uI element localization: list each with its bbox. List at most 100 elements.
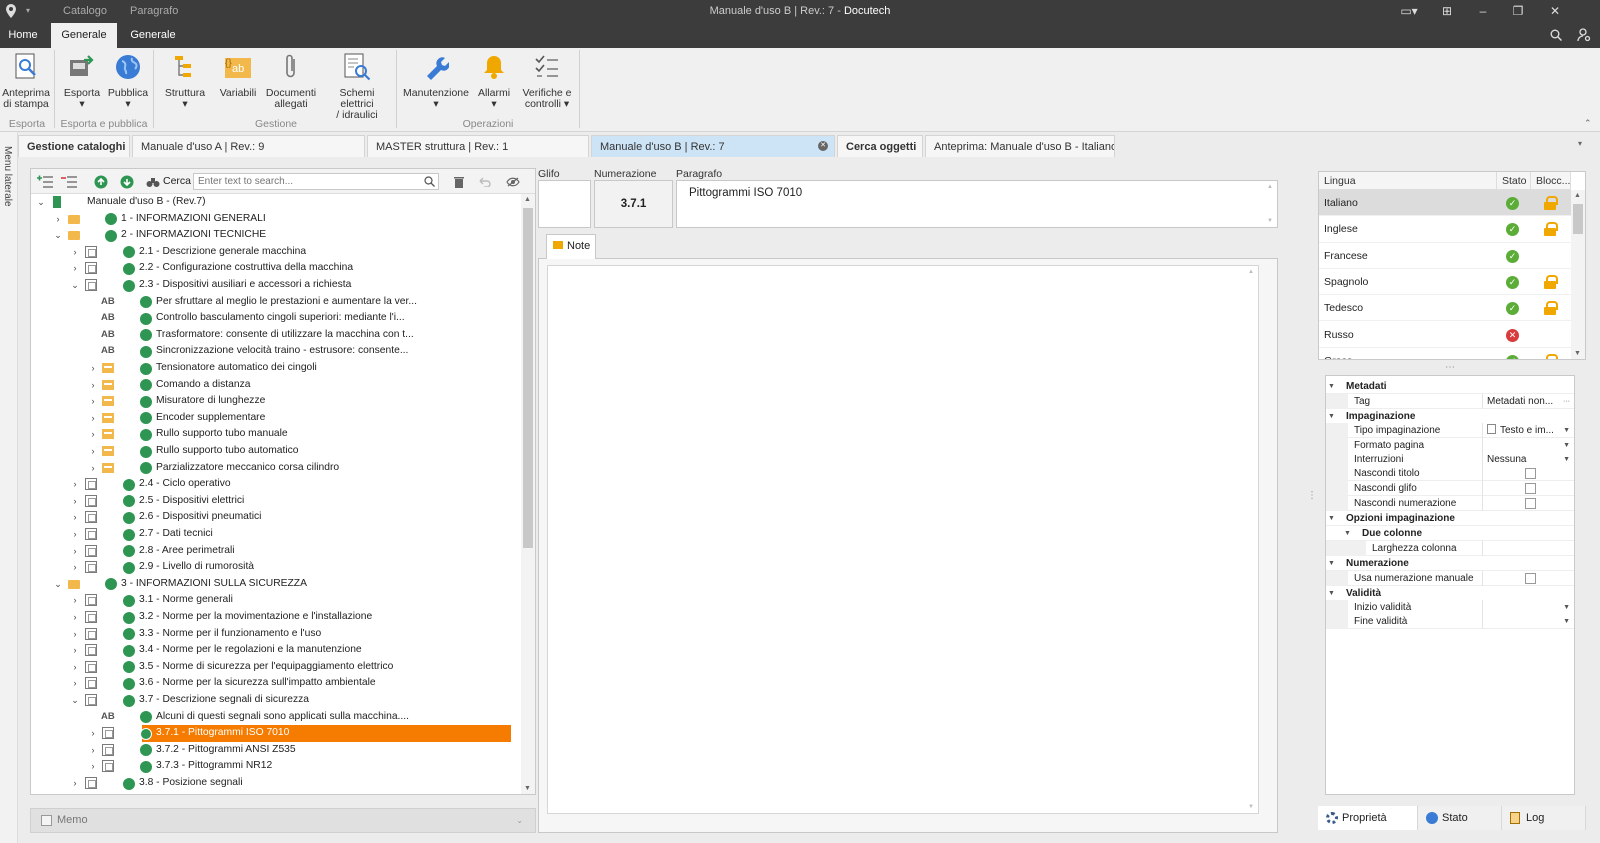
- tab-generale-2[interactable]: Generale: [120, 23, 186, 48]
- export-button[interactable]: Esporta ▾: [60, 52, 104, 110]
- property-checkbox-cell[interactable]: [1482, 466, 1574, 481]
- expand-icon[interactable]: ›: [88, 360, 98, 377]
- expand-icon[interactable]: ›: [88, 443, 98, 460]
- expand-icon[interactable]: ›: [88, 742, 98, 759]
- expand-icon[interactable]: ›: [70, 626, 80, 643]
- paragrafo-field[interactable]: Pittogrammi ISO 7010 ▲ ▼: [676, 180, 1278, 228]
- tree-row[interactable]: › 1 - INFORMAZIONI GENERALI: [31, 211, 521, 228]
- tab-proprieta[interactable]: Proprietà: [1318, 806, 1418, 830]
- collapse-icon[interactable]: ⌄: [70, 692, 80, 709]
- expand-icon[interactable]: ›: [88, 758, 98, 775]
- tree-row[interactable]: ⌄ 3 - INFORMAZIONI SULLA SICUREZZA: [31, 576, 521, 593]
- tree-row[interactable]: › Encoder supplementare: [31, 410, 521, 427]
- tree-row[interactable]: ⌄ 2 - INFORMAZIONI TECNICHE: [31, 227, 521, 244]
- dropdown-arrow-icon[interactable]: ▼: [1563, 600, 1570, 615]
- lock-icon[interactable]: [1544, 353, 1558, 359]
- tree-row[interactable]: › Comando a distanza: [31, 377, 521, 394]
- expand-icon[interactable]: ›: [70, 493, 80, 510]
- close-button[interactable]: ✕: [1540, 0, 1570, 23]
- property-checkbox-cell[interactable]: [1482, 571, 1574, 586]
- tree-row[interactable]: › Rullo supporto tubo automatico: [31, 443, 521, 460]
- tree-row[interactable]: ⌄ 3.7 - Descrizione segnali di sicurezza: [31, 692, 521, 709]
- language-row[interactable]: Italiano ✓: [1319, 190, 1571, 217]
- tree-row[interactable]: AB Alcuni di questi segnali sono applicat…: [31, 709, 521, 726]
- property-value[interactable]: ▼: [1482, 600, 1574, 615]
- tab-home[interactable]: Home: [0, 23, 46, 48]
- attached-documents-button[interactable]: Documenti allegati: [263, 52, 319, 110]
- collapse-category-icon[interactable]: ▼: [1328, 556, 1335, 571]
- property-row[interactable]: ▼ Validità: [1326, 586, 1574, 601]
- lock-icon[interactable]: [1544, 196, 1558, 210]
- property-checkbox-cell[interactable]: [1482, 496, 1574, 511]
- property-value[interactable]: Testo e im... ▼: [1482, 423, 1574, 438]
- schematics-button[interactable]: Schemi elettrici / idraulici: [322, 52, 392, 121]
- tree-row[interactable]: › 3.8 - Posizione segnali: [31, 775, 521, 792]
- tree-row[interactable]: › 2.9 - Livello di rumorosità: [31, 559, 521, 576]
- property-value[interactable]: Metadati non... ···: [1482, 394, 1574, 409]
- note-scroll-up-icon[interactable]: ▲: [1248, 269, 1254, 275]
- note-editor[interactable]: ▲ ▼: [547, 265, 1259, 814]
- memo-panel[interactable]: Memo ⌄: [30, 808, 536, 833]
- tab-manuale-a[interactable]: Manuale d'uso A | Rev.: 9: [132, 135, 365, 157]
- scroll-thumb[interactable]: [523, 208, 533, 548]
- collapse-category-icon[interactable]: ▼: [1344, 526, 1351, 541]
- more-options-icon[interactable]: ···: [1563, 394, 1570, 409]
- tree-row[interactable]: › 2.5 - Dispositivi elettrici: [31, 493, 521, 510]
- tree-row[interactable]: › 2.8 - Aree perimetrali: [31, 543, 521, 560]
- scroll-up-icon[interactable]: ▲: [524, 196, 531, 203]
- quick-access-dropdown-icon[interactable]: ▾: [26, 0, 30, 23]
- expand-icon[interactable]: ›: [70, 476, 80, 493]
- property-value[interactable]: ▼: [1482, 614, 1574, 629]
- minimize-button[interactable]: –: [1468, 0, 1498, 23]
- dropdown-arrow-icon[interactable]: ▼: [1563, 438, 1570, 453]
- tree-row[interactable]: › 3.4 - Norme per le regolazioni e la man…: [31, 642, 521, 659]
- search-icon[interactable]: [423, 175, 435, 187]
- tab-gestione-cataloghi[interactable]: Gestione cataloghi: [18, 135, 130, 157]
- expand-icon[interactable]: ›: [88, 393, 98, 410]
- expand-icon[interactable]: ›: [70, 244, 80, 261]
- tree-row[interactable]: › Parzializzatore meccanico corsa cilindr…: [31, 460, 521, 477]
- header-lingua[interactable]: Lingua: [1319, 172, 1497, 190]
- restore-layout-button[interactable]: ⊞: [1432, 0, 1462, 23]
- print-preview-button[interactable]: Anteprima di stampa: [2, 52, 50, 110]
- property-value[interactable]: ▼: [1482, 438, 1574, 453]
- variables-button[interactable]: ab{} Variabili: [214, 52, 262, 99]
- tree-row[interactable]: › 3.7.1 - Pittogrammi ISO 7010: [31, 725, 521, 742]
- remove-node-icon[interactable]: [61, 174, 77, 190]
- ribbon-collapse-icon[interactable]: ⌃: [1584, 118, 1594, 128]
- scroll-down-icon[interactable]: ▼: [524, 785, 531, 792]
- panel-splitter-icon[interactable]: ⋯: [1445, 362, 1455, 373]
- expand-icon[interactable]: ›: [70, 260, 80, 277]
- collapse-category-icon[interactable]: ▼: [1328, 379, 1335, 394]
- property-row[interactable]: ▼ Opzioni impaginazione: [1326, 511, 1574, 526]
- language-row[interactable]: Russo ✕: [1319, 322, 1571, 348]
- tree-row[interactable]: › 2.1 - Descrizione generale macchina: [31, 244, 521, 261]
- lock-icon[interactable]: [1544, 301, 1558, 316]
- tab-log[interactable]: Log: [1502, 806, 1586, 830]
- expand-icon[interactable]: ›: [70, 609, 80, 626]
- tree-row[interactable]: › 2.6 - Dispositivi pneumatici: [31, 509, 521, 526]
- tab-master-struttura[interactable]: MASTER struttura | Rev.: 1: [367, 135, 589, 157]
- dropdown-arrow-icon[interactable]: ▼: [1563, 423, 1570, 438]
- tree-row[interactable]: › 3.3 - Norme per il funzionamento e l'us…: [31, 626, 521, 643]
- publish-button[interactable]: Pubblica ▾: [106, 52, 150, 110]
- expand-icon[interactable]: ›: [88, 460, 98, 477]
- tree-row[interactable]: › 3.1 - Norme generali: [31, 592, 521, 609]
- paragrafo-scroll-down-icon[interactable]: ▼: [1267, 218, 1273, 224]
- lock-icon[interactable]: [1544, 222, 1558, 237]
- context-tab-catalogo[interactable]: Catalogo: [63, 0, 107, 23]
- expand-icon[interactable]: ›: [70, 675, 80, 692]
- tree-row[interactable]: › 2.4 - Ciclo operativo: [31, 476, 521, 493]
- tree-row[interactable]: › Rullo supporto tubo manuale: [31, 426, 521, 443]
- tab-generale-1[interactable]: Generale: [51, 23, 117, 48]
- expand-icon[interactable]: ›: [70, 543, 80, 560]
- expand-icon[interactable]: ›: [88, 725, 98, 742]
- tree-row[interactable]: AB Sincronizzazione velocità traino - est…: [31, 343, 521, 360]
- expand-icon[interactable]: ›: [70, 659, 80, 676]
- hide-icon[interactable]: [505, 174, 521, 190]
- tree-row[interactable]: › 3.7.3 - Pittogrammi NR12: [31, 758, 521, 775]
- side-menu-strip[interactable]: Menu laterale: [0, 132, 18, 843]
- move-down-icon[interactable]: [119, 174, 135, 190]
- tab-manuale-b[interactable]: Manuale d'uso B | Rev.: 7 ✕: [591, 135, 835, 157]
- numerazione-field[interactable]: 3.7.1: [594, 180, 673, 228]
